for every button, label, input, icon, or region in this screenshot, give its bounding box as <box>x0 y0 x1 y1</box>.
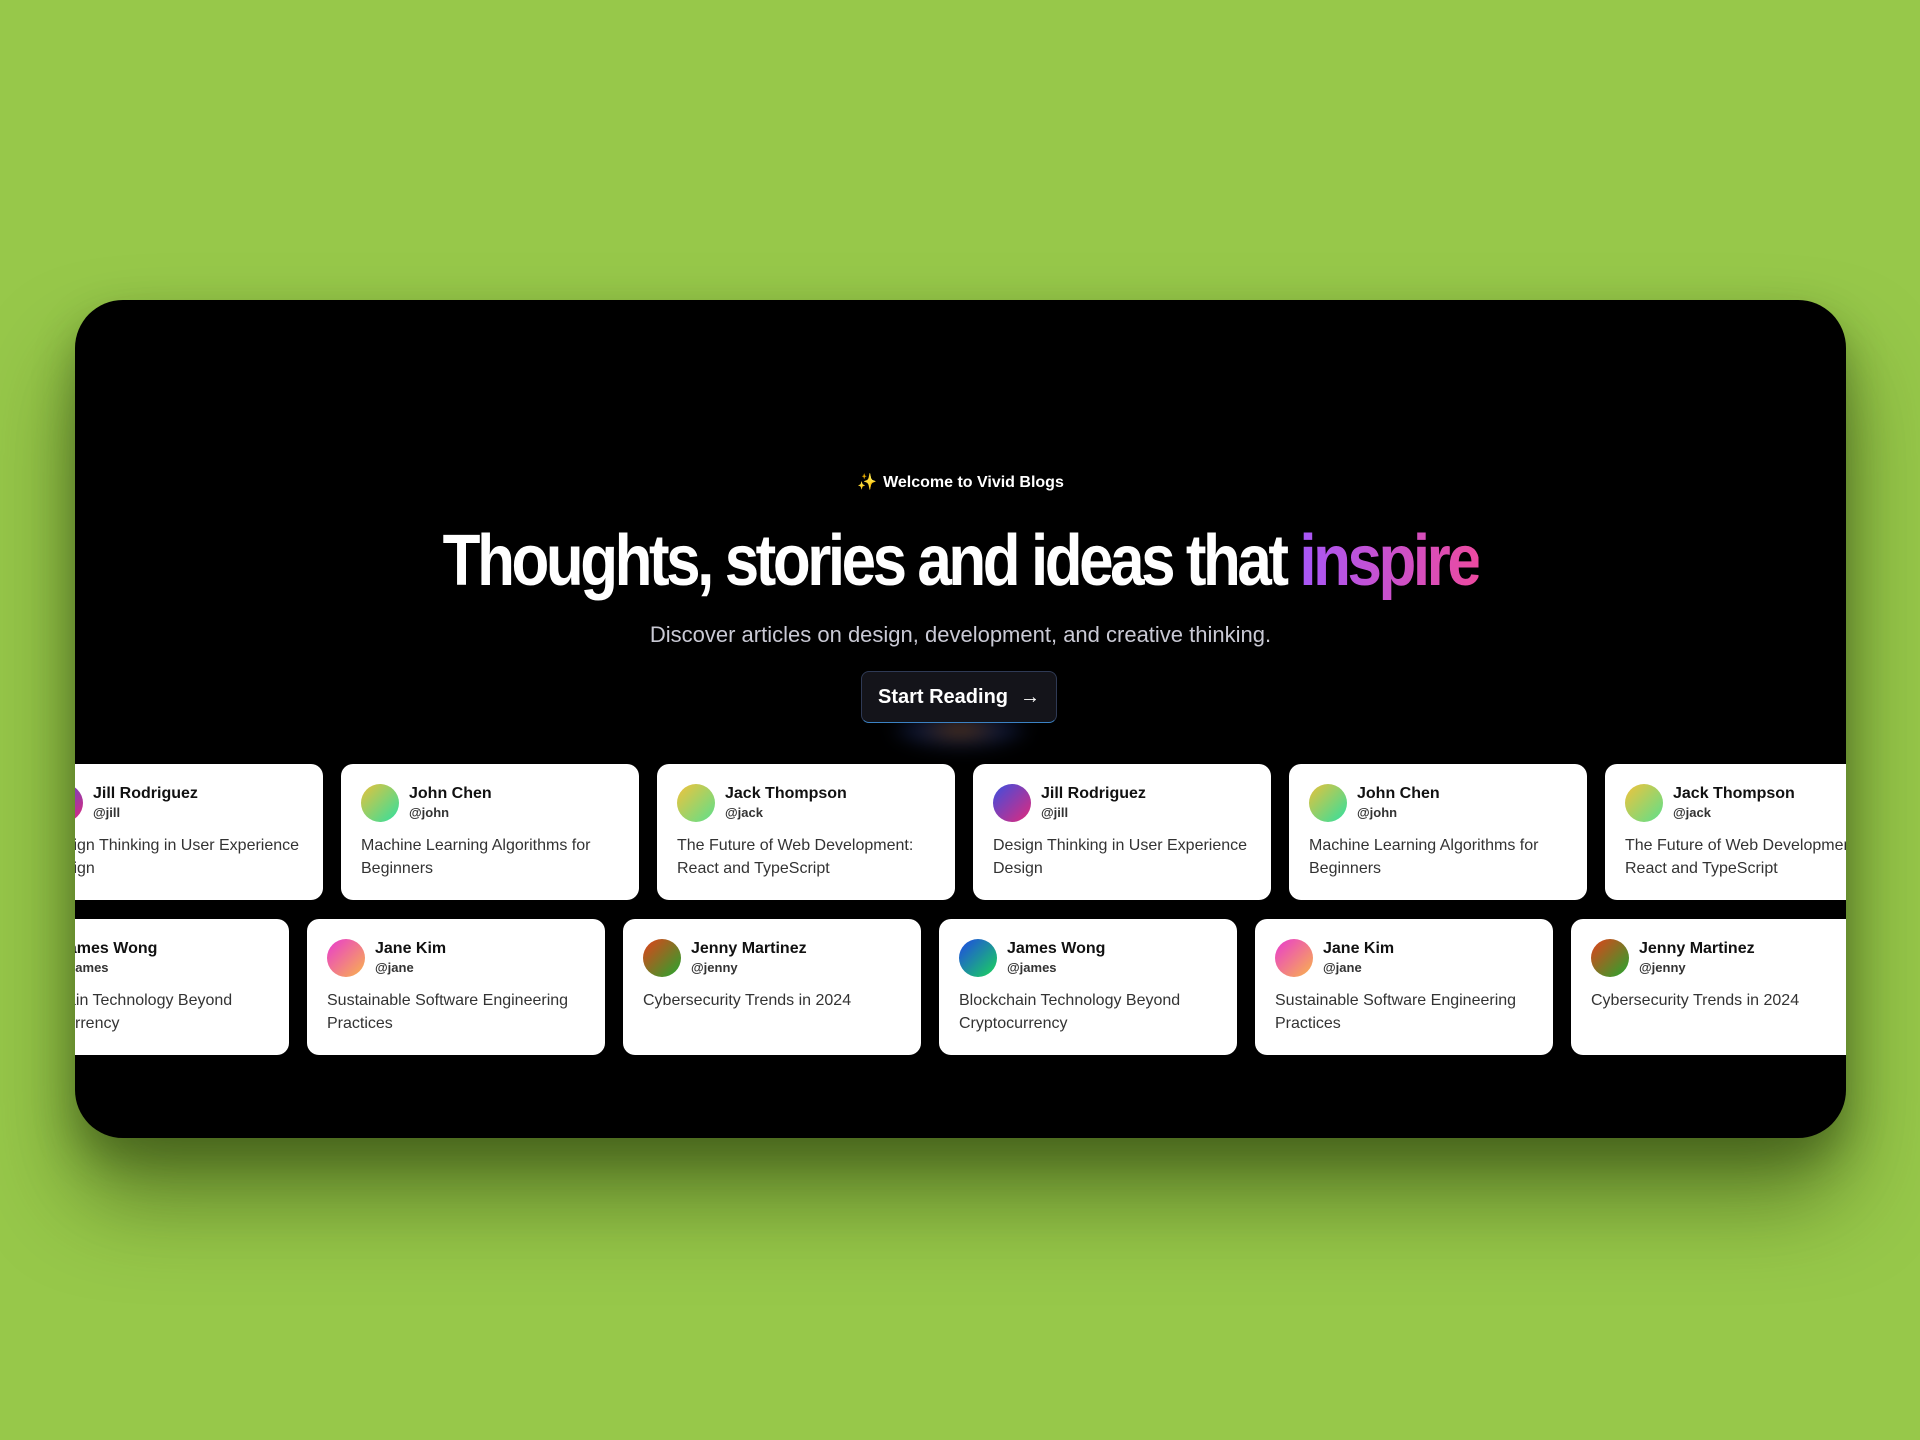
avatar <box>1591 939 1629 977</box>
article-title: Design Thinking in User Experience Desig… <box>993 837 1248 877</box>
author-name: Jack Thompson <box>725 785 847 802</box>
article-card[interactable]: Jill Rodriguez @jill Design Thinking in Us… <box>973 764 1271 900</box>
author-handle: @jane <box>1323 960 1362 975</box>
article-title: Machine Learning Algorithms for Beginner… <box>1309 837 1539 877</box>
author-handle: @jane <box>375 960 414 975</box>
card-author: Jenny Martinez @jenny <box>1591 939 1846 977</box>
author-name: Jenny Martinez <box>691 940 807 957</box>
avatar <box>1625 784 1663 822</box>
author-info: John Chen @john <box>409 784 492 822</box>
arrow-right-icon: → <box>1020 685 1041 708</box>
article-title: Blockchain Technology Beyond Cryptocurre… <box>959 992 1181 1032</box>
article-title: Machine Learning Algorithms for Beginner… <box>361 837 591 877</box>
avatar <box>643 939 681 977</box>
article-card[interactable]: James Wong @james Blockchain Technology Be… <box>939 919 1237 1055</box>
author-name: John Chen <box>409 785 492 802</box>
author-name: Jenny Martinez <box>1639 940 1755 957</box>
author-handle: @john <box>1357 805 1398 820</box>
author-handle: @jill <box>1041 805 1069 820</box>
article-card[interactable]: Jane Kim @jane Sustainable Software Engine… <box>307 919 605 1055</box>
card-author: Jill Rodriguez @jill <box>75 784 303 822</box>
author-handle: @jack <box>725 805 763 820</box>
card-author: Jane Kim @jane <box>327 939 585 977</box>
article-title: The Future of Web Development: React and… <box>677 837 914 877</box>
headline-accent: inspire <box>1299 521 1481 601</box>
author-info: Jane Kim @jane <box>1323 939 1394 977</box>
article-card[interactable]: Jill Rodriguez @jill Design Thinking in Us… <box>75 764 323 900</box>
page-title: Thoughts, stories and ideas that inspire <box>199 520 1722 602</box>
hero-frame: ✨ Welcome to Vivid Blogs Thoughts, storie… <box>75 300 1846 1138</box>
article-title: Sustainable Software Engineering Practic… <box>1275 992 1517 1032</box>
author-info: Jane Kim @jane <box>375 939 446 977</box>
article-card[interactable]: Jenny Martinez @jenny Cybersecurity Trends… <box>623 919 921 1055</box>
start-reading-label: Start Reading <box>877 685 1009 708</box>
author-info: James Wong @james <box>75 939 157 977</box>
article-title: Blockchain Technology Beyond Cryptocurre… <box>75 992 233 1032</box>
article-title: Cybersecurity Trends in 2024 <box>643 992 852 1009</box>
article-card[interactable]: Jane Kim @jane Sustainable Software Engine… <box>1255 919 1553 1055</box>
author-info: Jack Thompson @jack <box>1673 784 1795 822</box>
page-subtitle: Discover articles on design, development… <box>649 622 1272 647</box>
author-handle: @jenny <box>1639 960 1686 975</box>
author-handle: @jenny <box>691 960 738 975</box>
card-author: Jenny Martinez @jenny <box>643 939 901 977</box>
card-author: John Chen @john <box>361 784 619 822</box>
card-author: James Wong @james <box>959 939 1217 977</box>
author-handle: @jill <box>93 805 121 820</box>
avatar <box>677 784 715 822</box>
card-author: Jack Thompson @jack <box>677 784 935 822</box>
author-name: Jill Rodriguez <box>1041 785 1146 802</box>
avatar <box>327 939 365 977</box>
avatar <box>75 784 83 822</box>
article-card[interactable]: Jack Thompson @jack The Future of Web Deve… <box>657 764 955 900</box>
avatar <box>959 939 997 977</box>
avatar <box>1309 784 1347 822</box>
card-author: Jill Rodriguez @jill <box>993 784 1251 822</box>
author-name: James Wong <box>75 940 158 957</box>
author-info: John Chen @john <box>1357 784 1440 822</box>
sparkles-icon: ✨ <box>857 474 878 491</box>
start-reading-button[interactable]: Start Reading → <box>861 671 1057 723</box>
article-title: The Future of Web Development: React and… <box>1625 837 1846 877</box>
author-name: Jill Rodriguez <box>93 785 198 802</box>
welcome-badge: ✨ Welcome to Vivid Blogs <box>75 472 1846 492</box>
article-title: Sustainable Software Engineering Practic… <box>327 992 569 1032</box>
author-name: John Chen <box>1357 785 1440 802</box>
author-handle: @james <box>75 960 109 975</box>
card-author: James Wong @james <box>75 939 269 977</box>
author-info: James Wong @james <box>1007 939 1105 977</box>
author-handle: @jack <box>1673 805 1711 820</box>
author-info: Jill Rodriguez @jill <box>93 784 198 822</box>
article-card[interactable]: Jack Thompson @jack The Future of Web Deve… <box>1605 764 1846 900</box>
card-author: John Chen @john <box>1309 784 1567 822</box>
author-name: James Wong <box>1007 940 1106 957</box>
author-name: Jane Kim <box>1323 940 1395 957</box>
card-author: Jane Kim @jane <box>1275 939 1533 977</box>
article-card[interactable]: Jenny Martinez @jenny Cybersecurity Trends… <box>1571 919 1846 1055</box>
author-name: Jack Thompson <box>1673 785 1795 802</box>
article-title: Cybersecurity Trends in 2024 <box>1591 992 1800 1009</box>
author-handle: @james <box>1007 960 1057 975</box>
author-info: Jack Thompson @jack <box>725 784 847 822</box>
author-info: Jill Rodriguez @jill <box>1041 784 1146 822</box>
welcome-text: Welcome to Vivid Blogs <box>883 474 1064 491</box>
article-card[interactable]: James Wong @james Blockchain Technology Be… <box>75 919 289 1055</box>
card-author: Jack Thompson @jack <box>1625 784 1846 822</box>
article-title: Design Thinking in User Experience Desig… <box>75 837 300 877</box>
article-card[interactable]: John Chen @john Machine Learning Algorithm… <box>1289 764 1587 900</box>
headline-main: Thoughts, stories and ideas that <box>442 521 1300 601</box>
avatar <box>361 784 399 822</box>
author-info: Jenny Martinez @jenny <box>691 939 807 977</box>
avatar <box>993 784 1031 822</box>
avatar <box>1275 939 1313 977</box>
article-card[interactable]: John Chen @john Machine Learning Algorithm… <box>341 764 639 900</box>
author-handle: @john <box>409 805 450 820</box>
author-info: Jenny Martinez @jenny <box>1639 939 1755 977</box>
author-name: Jane Kim <box>375 940 447 957</box>
